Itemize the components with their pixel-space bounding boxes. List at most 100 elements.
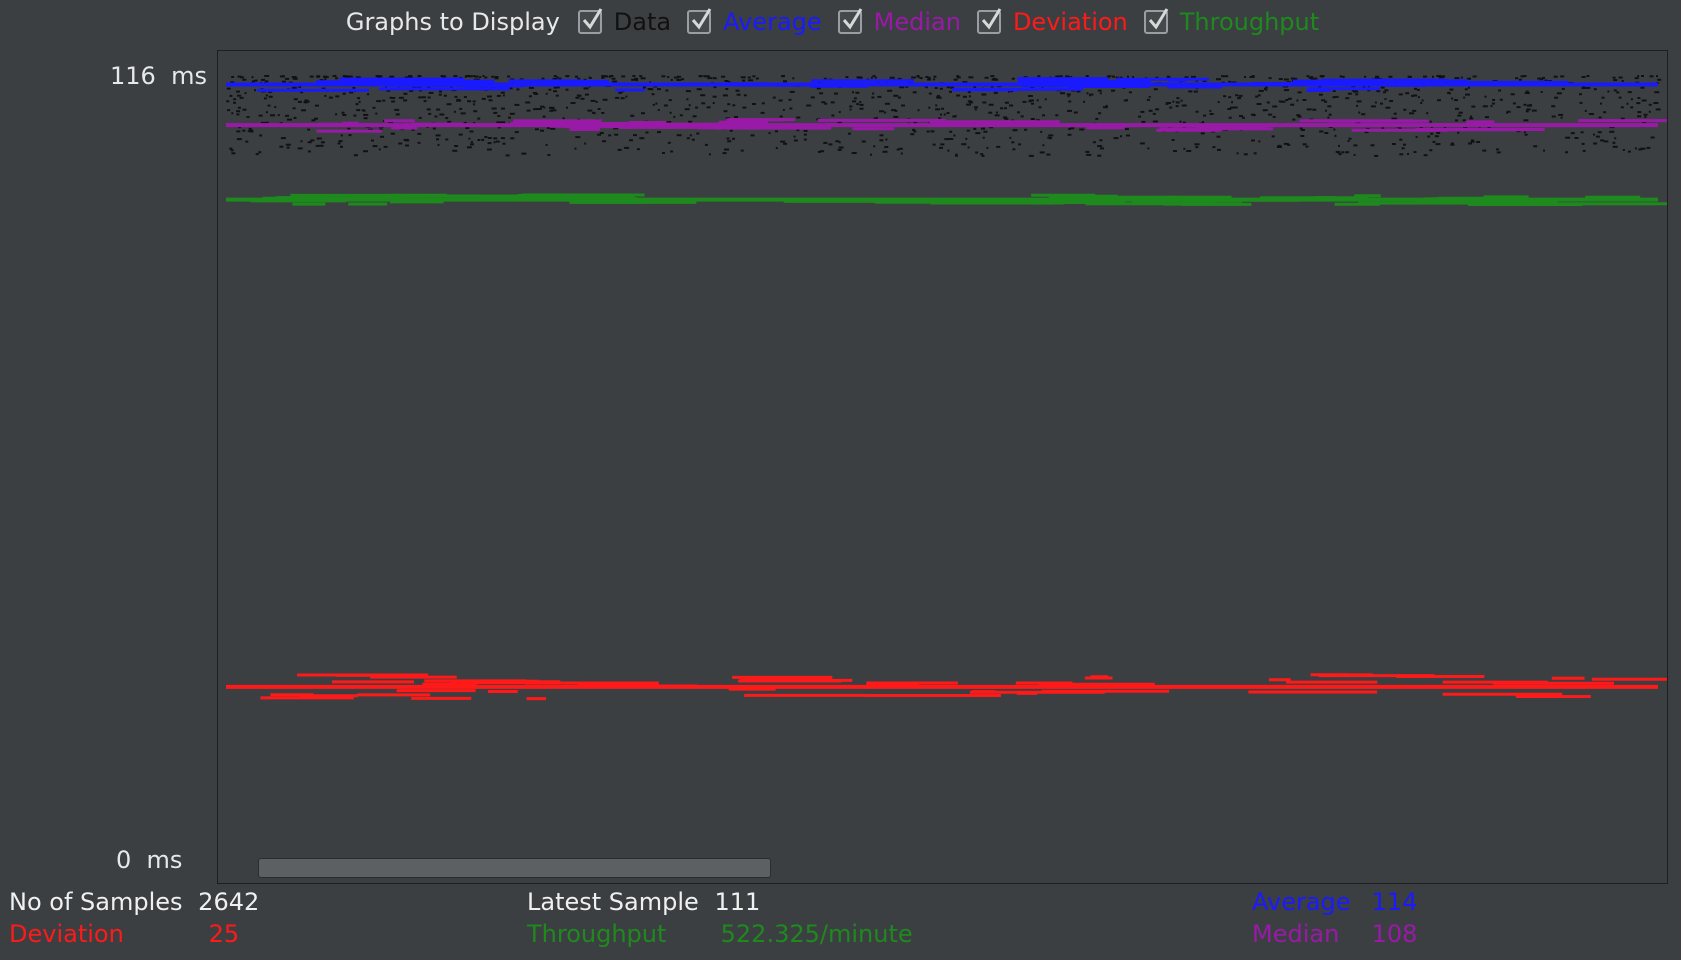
data-point (926, 130, 930, 133)
data-point (521, 152, 527, 155)
data-point (1327, 105, 1332, 108)
data-point (897, 96, 901, 99)
data-point (1653, 102, 1659, 104)
data-point (280, 137, 286, 140)
data-point (1183, 147, 1186, 150)
data-point (1042, 114, 1046, 117)
data-point (740, 149, 744, 152)
data-point (1374, 101, 1377, 104)
data-point (1148, 95, 1151, 98)
data-point (789, 90, 795, 93)
data-point (962, 95, 967, 98)
data-point (870, 153, 872, 156)
average-checkbox[interactable] (687, 8, 712, 34)
data-point (965, 137, 968, 140)
data-point (1416, 88, 1420, 91)
data-point (1003, 107, 1007, 110)
toggle-average[interactable]: Average (687, 8, 822, 36)
y-min-unit: ms (146, 846, 183, 874)
data-point (1068, 100, 1072, 103)
data-point (1085, 150, 1090, 153)
data-point (547, 154, 551, 156)
data-point (502, 142, 506, 145)
data-point (1458, 111, 1463, 114)
data-point (342, 114, 347, 116)
data-point (258, 114, 263, 117)
toggle-median[interactable]: Median (837, 8, 961, 36)
data-point (239, 96, 244, 99)
data-point (1426, 112, 1429, 115)
data-point (1011, 141, 1015, 144)
data-point (342, 75, 348, 78)
data-point (1553, 75, 1558, 78)
data-point (1079, 128, 1085, 131)
toggle-deviation[interactable]: Deviation (976, 8, 1128, 36)
data-point (1073, 111, 1078, 114)
toggle-data[interactable]: Data (577, 8, 671, 36)
deviation-checkbox[interactable] (976, 8, 1002, 34)
data-point (1055, 114, 1059, 117)
data-point (1634, 77, 1639, 80)
data-point (236, 110, 241, 113)
data-point (231, 112, 234, 115)
data-point (803, 138, 807, 141)
data-point (824, 102, 828, 105)
data-point (1634, 147, 1637, 150)
data-point (1334, 134, 1337, 137)
data-point (357, 97, 361, 100)
data-point (1582, 149, 1586, 152)
data-point (768, 132, 771, 135)
throughput-checkbox[interactable] (1143, 8, 1169, 34)
data-point (477, 139, 481, 141)
data-point (305, 101, 308, 104)
data-point (353, 114, 357, 117)
data-point (1612, 141, 1616, 144)
data-point (1299, 127, 1303, 130)
data-point (707, 77, 713, 80)
data-point (338, 140, 343, 143)
data-point (1523, 119, 1529, 122)
data-point (500, 137, 505, 140)
horizontal-scrollbar-thumb[interactable] (258, 858, 771, 878)
data-point (1510, 93, 1515, 96)
data-point (803, 129, 808, 132)
toggle-throughput[interactable]: Throughput (1143, 8, 1319, 36)
data-point (1098, 112, 1102, 115)
data-point (939, 146, 943, 149)
data-checkbox[interactable] (577, 8, 603, 34)
data-point (645, 131, 649, 134)
data-point (533, 108, 538, 111)
data-point (556, 76, 559, 79)
data-point (1179, 120, 1182, 123)
data-point (879, 110, 884, 113)
data-point (973, 127, 977, 130)
data-point (1451, 97, 1454, 100)
data-point (316, 75, 320, 78)
median-checkbox[interactable] (837, 8, 862, 34)
data-point (337, 142, 341, 145)
data-point (861, 140, 866, 143)
data-point (456, 98, 461, 101)
data-point (1251, 75, 1255, 78)
data-point (319, 144, 324, 147)
data-point (1236, 152, 1239, 155)
median-stat-value: 108 (1371, 920, 1418, 948)
data-point (1153, 88, 1158, 91)
data-point (463, 96, 467, 98)
data-point (297, 147, 303, 150)
data-point (1238, 94, 1243, 97)
data-point (1476, 141, 1481, 143)
data-point (1296, 99, 1299, 102)
data-point (1339, 75, 1343, 78)
data-point (912, 91, 917, 94)
data-point (722, 94, 728, 97)
samples-value: 2642 (198, 888, 260, 916)
data-point (584, 142, 587, 145)
data-point (468, 137, 471, 140)
data-point (935, 108, 941, 111)
data-point (1356, 104, 1358, 107)
data-point (1327, 116, 1330, 119)
data-point (508, 116, 511, 119)
data-point (1065, 75, 1070, 78)
data-point (1285, 99, 1289, 101)
